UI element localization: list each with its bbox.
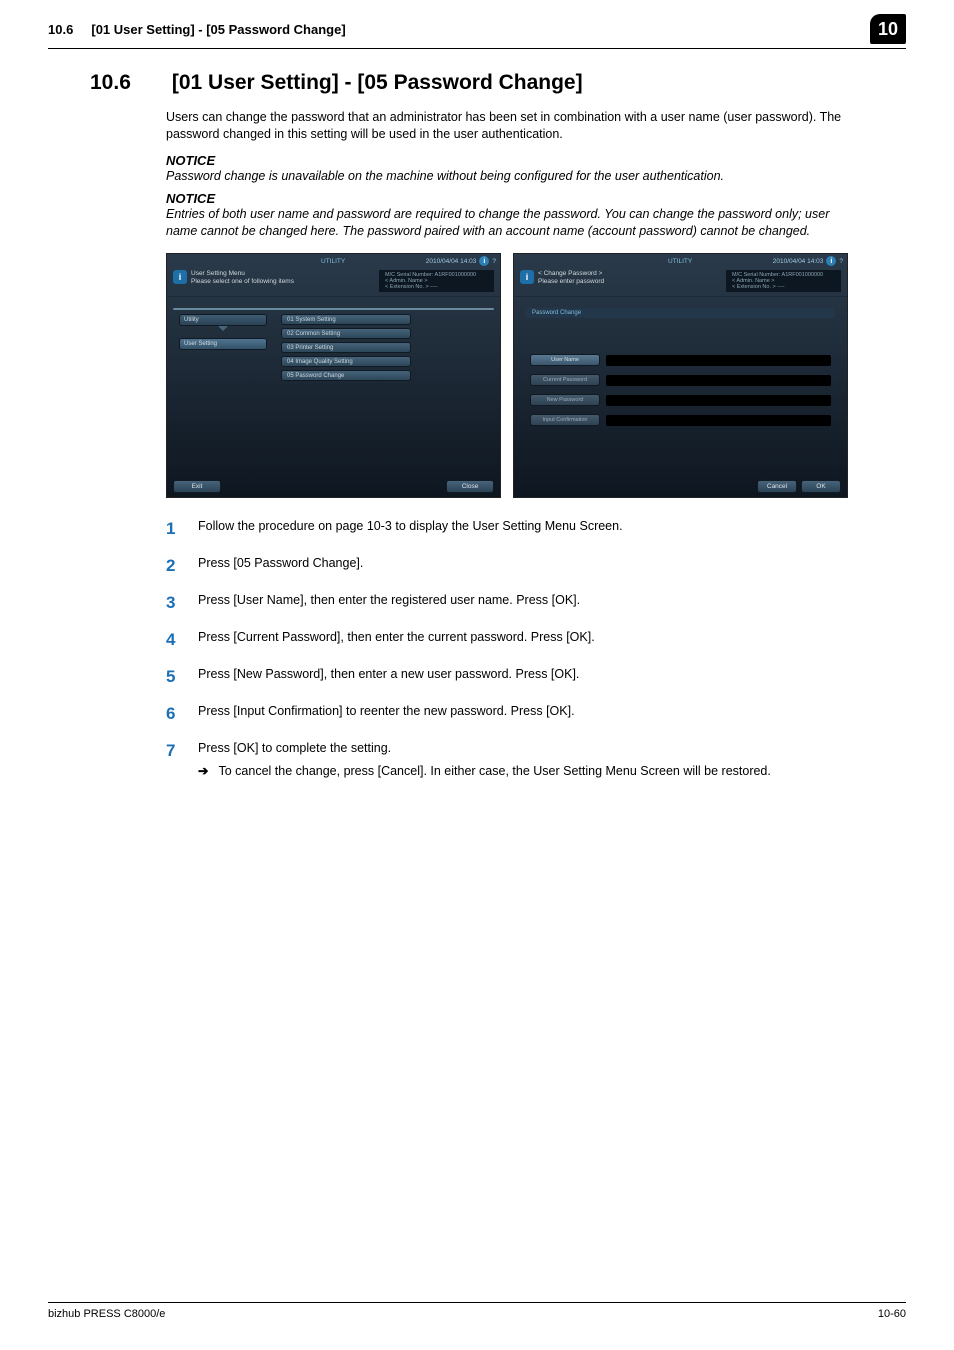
step-3: 3 Press [User Name], then enter the regis… xyxy=(166,592,864,615)
step-number: 4 xyxy=(166,629,180,652)
chapter-badge: 10 xyxy=(870,14,906,44)
section-title: 10.6 [01 User Setting] - [05 Password Ch… xyxy=(90,71,864,95)
current-password-value[interactable] xyxy=(606,375,831,386)
notice-1-text: Password change is unavailable on the ma… xyxy=(166,168,864,185)
screen-info-row: i < Change Password > Please enter passw… xyxy=(514,268,847,297)
step-text: Follow the procedure on page 10-3 to dis… xyxy=(198,518,623,541)
step-4: 4 Press [Current Password], then enter th… xyxy=(166,629,864,652)
page-footer: bizhub PRESS C8000/e 10-60 xyxy=(48,1302,906,1320)
cancel-button[interactable]: Cancel xyxy=(757,480,797,493)
intro-paragraph: Users can change the password that an ad… xyxy=(166,109,864,143)
header-section-ref: 10.6 xyxy=(48,22,73,37)
step-number: 5 xyxy=(166,666,180,689)
notice-2-text: Entries of both user name and password a… xyxy=(166,206,864,240)
exit-button[interactable]: Exit xyxy=(173,480,221,493)
utility-label: UTILITY xyxy=(668,258,692,265)
step-text: Press [Current Password], then enter the… xyxy=(198,629,595,652)
side-tabs: Utility User Setting xyxy=(179,314,267,354)
screenshot-row: UTILITY 2010/04/04 14:03 i ? i User Sett… xyxy=(166,253,864,498)
footer-right: 10-60 xyxy=(878,1308,906,1320)
section-number: 10.6 xyxy=(90,71,166,95)
user-name-button[interactable]: User Name xyxy=(530,354,600,366)
help-icon[interactable]: ? xyxy=(492,258,496,265)
arrow-icon: ➔ xyxy=(198,763,208,780)
info-pill-icon: i xyxy=(479,256,489,266)
screenshot-user-setting-menu: UTILITY 2010/04/04 14:03 i ? i User Sett… xyxy=(166,253,501,498)
screen-top-bar: UTILITY 2010/04/04 14:03 i ? xyxy=(167,254,500,268)
screen-top-bar: UTILITY 2010/04/04 14:03 i ? xyxy=(514,254,847,268)
substep-text: To cancel the change, press [Cancel]. In… xyxy=(218,763,770,780)
ok-button[interactable]: OK xyxy=(801,480,841,493)
header-section-path: [01 User Setting] - [05 Password Change] xyxy=(91,22,345,37)
menu-item-02-common-setting[interactable]: 02 Common Setting xyxy=(281,328,411,339)
user-name-value[interactable] xyxy=(606,355,831,366)
input-confirmation-button[interactable]: Input Confirmation xyxy=(530,414,600,426)
machine-info-box: M/C Serial Number: A1RF001000000 < Admin… xyxy=(379,270,494,292)
notice-2-label: NOTICE xyxy=(166,191,864,206)
step-number: 7 xyxy=(166,740,180,780)
close-button[interactable]: Close xyxy=(446,480,494,493)
step-number: 3 xyxy=(166,592,180,615)
menu-item-03-printer-setting[interactable]: 03 Printer Setting xyxy=(281,342,411,353)
field-row-input-confirmation: Input Confirmation xyxy=(530,414,831,426)
page-header: 10.6 [01 User Setting] - [05 Password Ch… xyxy=(0,0,954,48)
content: 10.6 [01 User Setting] - [05 Password Ch… xyxy=(0,49,954,780)
step-2: 2 Press [05 Password Change]. xyxy=(166,555,864,578)
serial-value: A1RF001000000 xyxy=(782,272,824,278)
help-icon[interactable]: ? xyxy=(839,258,843,265)
side-tab-utility[interactable]: Utility xyxy=(179,314,267,326)
step-7: 7 Press [OK] to complete the setting. ➔ … xyxy=(166,740,864,780)
new-password-button[interactable]: New Password xyxy=(530,394,600,406)
screen-info-row: i User Setting Menu Please select one of… xyxy=(167,268,500,297)
utility-label: UTILITY xyxy=(321,258,345,265)
step-text: Press [New Password], then enter a new u… xyxy=(198,666,579,689)
notice-1-label: NOTICE xyxy=(166,153,864,168)
side-tab-user-setting[interactable]: User Setting xyxy=(179,338,267,350)
field-row-new-password: New Password xyxy=(530,394,831,406)
screenshot-password-change: UTILITY 2010/04/04 14:03 i ? i < Change … xyxy=(513,253,848,498)
panel-header: Password Change xyxy=(526,308,835,318)
step-5: 5 Press [New Password], then enter a new … xyxy=(166,666,864,689)
datetime: 2010/04/04 14:03 xyxy=(426,258,477,265)
current-password-button[interactable]: Current Password xyxy=(530,374,600,386)
info-icon: i xyxy=(520,270,534,284)
steps-list: 1 Follow the procedure on page 10-3 to di… xyxy=(166,518,864,779)
section-heading: [01 User Setting] - [05 Password Change] xyxy=(172,71,583,94)
info-line-1: User Setting Menu xyxy=(191,270,294,277)
step-text: Press [OK] to complete the setting. xyxy=(198,740,771,757)
footer-rule xyxy=(48,1302,906,1303)
info-line-2: Please select one of following items xyxy=(191,278,294,285)
info-line-2: Please enter password xyxy=(538,278,604,285)
step-text: Press [Input Confirmation] to reenter th… xyxy=(198,703,575,726)
datetime: 2010/04/04 14:03 xyxy=(773,258,824,265)
step-text: Press [05 Password Change]. xyxy=(198,555,363,578)
machine-info-box: M/C Serial Number: A1RF001000000 < Admin… xyxy=(726,270,841,292)
footer-left: bizhub PRESS C8000/e xyxy=(48,1308,165,1320)
field-row-current-password: Current Password xyxy=(530,374,831,386)
ext-label: < Extension No. > ---- xyxy=(732,284,835,290)
menu-item-04-image-quality-setting[interactable]: 04 Image Quality Setting xyxy=(281,356,411,367)
step-number: 2 xyxy=(166,555,180,578)
menu-item-05-password-change[interactable]: 05 Password Change xyxy=(281,370,411,381)
step-1: 1 Follow the procedure on page 10-3 to di… xyxy=(166,518,864,541)
info-icon: i xyxy=(173,270,187,284)
menu-item-01-system-setting[interactable]: 01 System Setting xyxy=(281,314,411,325)
step-number: 6 xyxy=(166,703,180,726)
ext-label: < Extension No. > ---- xyxy=(385,284,488,290)
divider-rule xyxy=(173,308,494,310)
menu-column: 01 System Setting 02 Common Setting 03 P… xyxy=(281,314,411,384)
field-row-user-name: User Name xyxy=(530,354,831,366)
new-password-value[interactable] xyxy=(606,395,831,406)
input-confirmation-value[interactable] xyxy=(606,415,831,426)
step-text: Press [User Name], then enter the regist… xyxy=(198,592,580,615)
step-number: 1 xyxy=(166,518,180,541)
info-line-1: < Change Password > xyxy=(538,270,604,277)
step-6: 6 Press [Input Confirmation] to reenter t… xyxy=(166,703,864,726)
step-7-substep: ➔ To cancel the change, press [Cancel]. … xyxy=(198,763,771,780)
header-text: 10.6 [01 User Setting] - [05 Password Ch… xyxy=(48,22,870,37)
serial-value: A1RF001000000 xyxy=(435,272,477,278)
info-pill-icon: i xyxy=(826,256,836,266)
